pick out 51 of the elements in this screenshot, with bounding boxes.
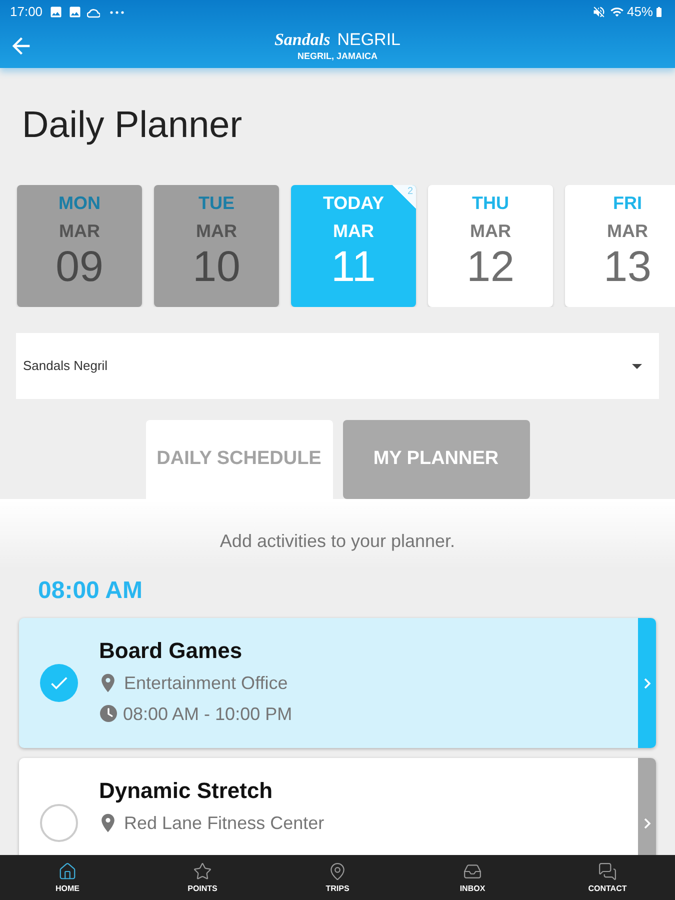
nav-tab[interactable]: INBOX [405, 855, 540, 900]
more-dots-icon [110, 10, 124, 14]
activity-card[interactable]: Dynamic Stretch Red Lane Fitness Center [19, 758, 656, 855]
weekday-label: TODAY [322, 192, 384, 214]
image-icon [68, 5, 82, 19]
clock-icon [100, 705, 117, 722]
nav-tab[interactable]: HOME [0, 855, 135, 900]
date-card[interactable]: THU MAR 12 [428, 185, 553, 307]
image-icon [48, 5, 63, 19]
date-number: 09 [56, 243, 104, 291]
battery-percent: 45% [626, 4, 653, 20]
activity-hours: 08:00 AM - 10:00 PM [123, 702, 292, 726]
activity-title: Dynamic Stretch [99, 777, 274, 805]
corner-badge: 2 [392, 185, 416, 209]
weekday-label: FRI [613, 192, 642, 214]
weekday-label: MON [58, 192, 100, 214]
chevron-right-icon [644, 818, 650, 828]
header-title: NEGRIL [337, 30, 401, 50]
date-number: 12 [466, 243, 514, 291]
weekday-label: THU [472, 192, 509, 214]
details-button[interactable] [638, 758, 656, 855]
date-number: 10 [192, 243, 240, 291]
details-button[interactable] [638, 618, 656, 748]
resort-dropdown[interactable]: Sandals Negril [16, 333, 659, 399]
page-title: Daily Planner [21, 103, 244, 147]
activity-card[interactable]: Board Games Entertainment Office 08:00 AM - 10:00 PM [19, 618, 656, 748]
brand-logo: Sandals [274, 30, 330, 50]
planner-hint: Add activities to your planner. [218, 530, 456, 553]
date-number: 13 [604, 243, 652, 291]
date-card[interactable]: FRI MAR 13 [565, 185, 675, 307]
caret-icon [632, 364, 642, 368]
activity-location: Entertainment Office [124, 672, 288, 694]
month-label: MAR [333, 220, 374, 242]
month-label: MAR [470, 220, 511, 242]
month-label: MAR [59, 220, 100, 242]
wifi-icon [610, 5, 624, 19]
status-time: 17:00 [10, 4, 43, 20]
chevron-right-icon [644, 678, 650, 688]
time-heading: 08:00 AM [37, 576, 144, 606]
nav-tab[interactable]: CONTACT [540, 855, 675, 900]
mute-icon [592, 5, 606, 19]
activity-title: Board Games [99, 637, 244, 665]
nav-tab[interactable]: POINTS [135, 855, 270, 900]
activity-location: Red Lane Fitness Center [124, 812, 324, 834]
header-subtitle: NEGRIL, JAMAICA [297, 51, 378, 62]
date-number: 11 [331, 243, 376, 291]
cloud-icon [86, 6, 100, 18]
nav-tab[interactable]: TRIPS [270, 855, 405, 900]
month-label: MAR [607, 220, 648, 242]
month-label: MAR [196, 220, 237, 242]
weekday-label: TUE [198, 192, 234, 214]
